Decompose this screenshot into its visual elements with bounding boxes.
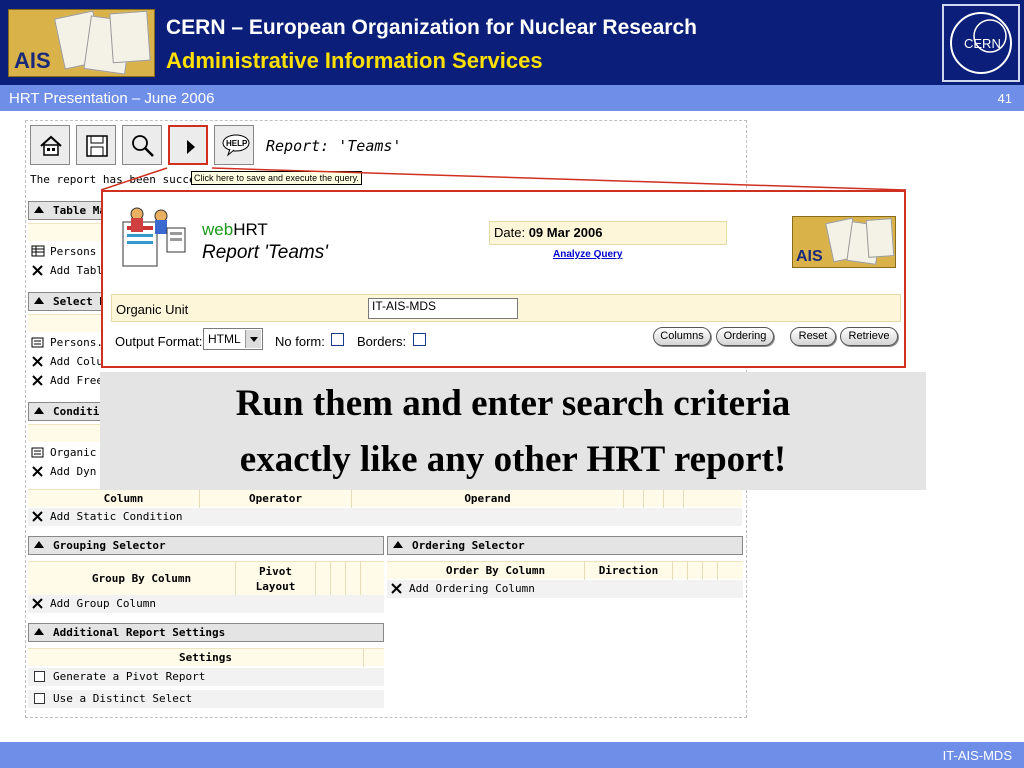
slide-callout: Run them and enter search criteria exact… xyxy=(100,372,926,490)
columns-button[interactable]: Columns xyxy=(653,327,711,346)
callout-line-1: Run them and enter search criteria xyxy=(235,383,791,424)
organic-unit-row: Organic Unit IT-AIS-MDS xyxy=(111,294,901,322)
analyze-query-link[interactable]: Analyze Query xyxy=(553,249,622,260)
webhrt-brand: webHRT xyxy=(202,220,268,240)
inset-report-title: Report 'Teams' xyxy=(202,242,328,263)
report-form-zoom: webHRT Report 'Teams' Date: 09 Mar 2006 … xyxy=(101,190,906,368)
borders-label: Borders: xyxy=(357,334,407,349)
chevron-down-icon xyxy=(245,330,261,348)
borders-checkbox[interactable] xyxy=(413,333,426,346)
output-format-select[interactable]: HTML xyxy=(203,328,263,350)
report-date: Date: 09 Mar 2006 xyxy=(489,221,727,245)
ordering-button[interactable]: Ordering xyxy=(716,327,774,346)
output-format-value: HTML xyxy=(208,332,241,346)
date-label: Date: xyxy=(494,225,526,240)
no-form-checkbox[interactable] xyxy=(331,333,344,346)
date-value: 09 Mar 2006 xyxy=(528,225,603,240)
reset-button[interactable]: Reset xyxy=(790,327,836,346)
footer-label: IT-AIS-MDS xyxy=(942,748,1012,763)
ais-logo-small: AIS xyxy=(792,216,896,268)
no-form-label: No form: xyxy=(275,334,325,349)
brand-web: web xyxy=(202,220,234,239)
output-format-label: Output Format: xyxy=(115,334,203,349)
organic-unit-input[interactable]: IT-AIS-MDS xyxy=(368,298,518,319)
retrieve-button[interactable]: Retrieve xyxy=(840,327,898,346)
organic-unit-label: Organic Unit xyxy=(116,302,189,317)
webhrt-logo-icon xyxy=(122,207,186,267)
ais-logo-text: AIS xyxy=(796,248,823,265)
output-options-row: Output Format: HTML No form: Borders: Co… xyxy=(111,326,901,356)
callout-line-2: exactly like any other HRT report! xyxy=(239,439,787,480)
slide-footer: IT-AIS-MDS xyxy=(0,742,1024,768)
brand-hrt: HRT xyxy=(233,220,268,239)
